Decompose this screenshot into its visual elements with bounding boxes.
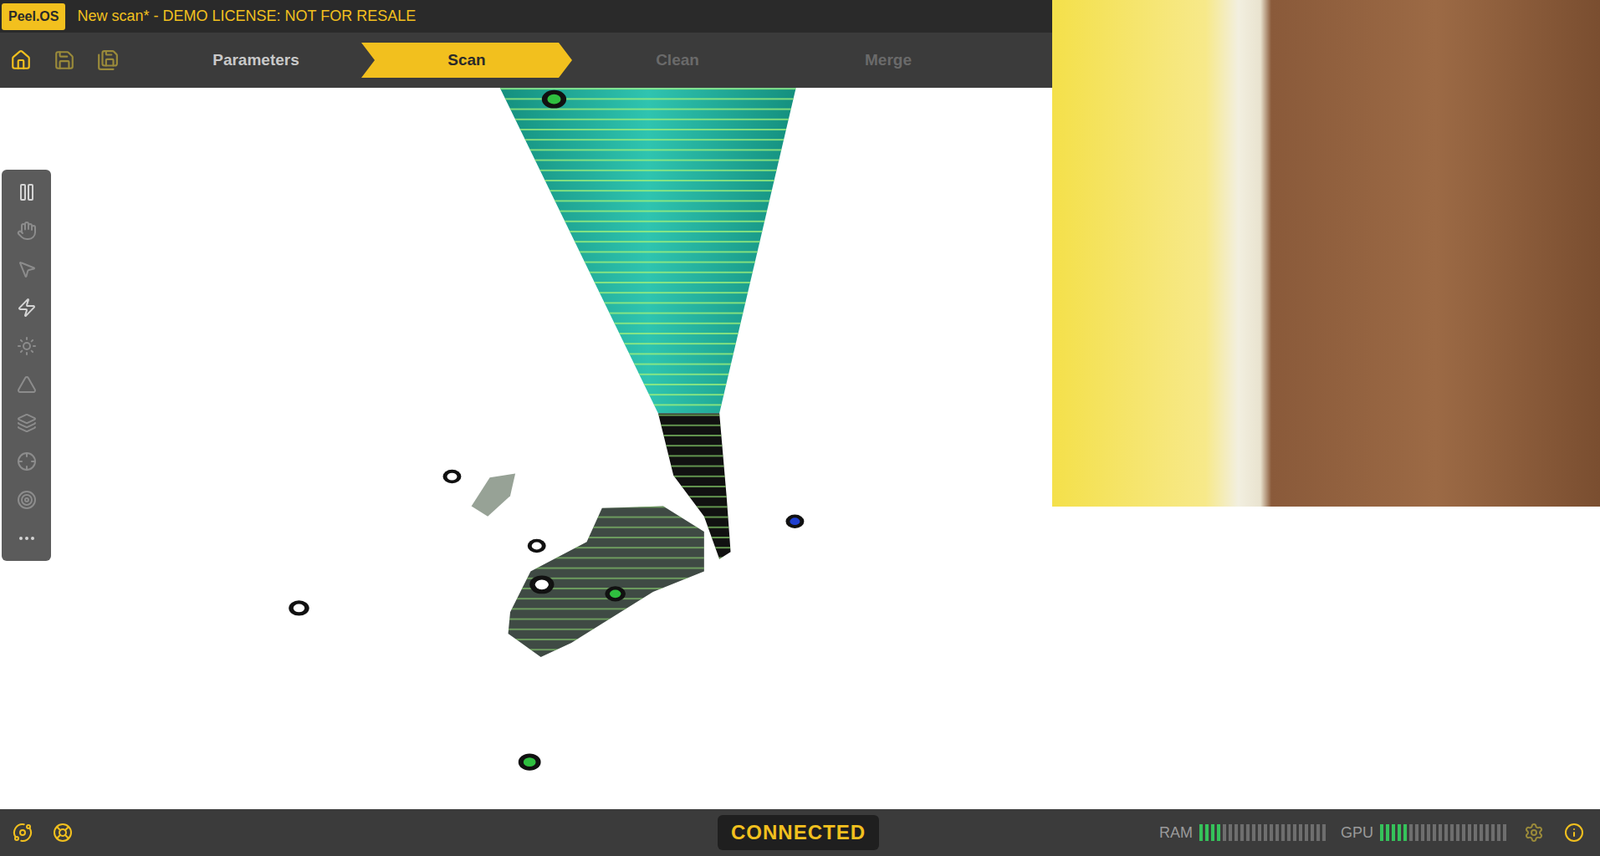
tool-button-icon[interactable] xyxy=(12,372,41,398)
scan-stripes xyxy=(500,87,797,414)
meter-segment xyxy=(1491,824,1495,842)
tool-button-icon[interactable] xyxy=(12,179,41,205)
home-icon[interactable] xyxy=(8,47,34,73)
meter-segment xyxy=(1257,824,1262,842)
meter-segment xyxy=(1380,824,1384,842)
tool-button-icon[interactable] xyxy=(12,449,41,475)
tool-button-icon[interactable] xyxy=(12,526,41,552)
tool-button-icon[interactable] xyxy=(12,218,41,244)
target-marker xyxy=(288,600,309,616)
meter-segment xyxy=(1269,824,1273,842)
status-bar: CONNECTED RAM GPU xyxy=(0,809,1600,856)
meter-segment xyxy=(1281,824,1285,842)
save-icon[interactable] xyxy=(51,47,77,73)
meter-segment xyxy=(1467,824,1472,842)
info-icon[interactable] xyxy=(1561,820,1587,846)
meter-segment xyxy=(1502,824,1507,842)
target-marker xyxy=(529,575,554,594)
meter-segment xyxy=(1485,824,1489,842)
workflow-tab[interactable]: Merge xyxy=(782,42,994,78)
resource-meter: RAM xyxy=(1159,824,1326,843)
scan-surface xyxy=(500,87,797,414)
meter-segment xyxy=(1461,824,1466,842)
meter-segment xyxy=(1316,824,1320,842)
target-marker xyxy=(604,586,625,602)
app-badge: Peel.OS xyxy=(1,3,66,31)
scan-table-stripes xyxy=(508,506,705,658)
save-all-icon[interactable] xyxy=(95,47,121,73)
settings-icon[interactable] xyxy=(1521,820,1547,846)
meter-segment xyxy=(1298,824,1303,842)
workflow-tab[interactable]: Parameters xyxy=(150,42,362,78)
meter-segment xyxy=(1385,824,1390,842)
meter-segment xyxy=(1432,824,1437,842)
webcam-video xyxy=(1052,0,1600,507)
meter-segment xyxy=(1438,824,1442,842)
meter-segment xyxy=(1310,824,1314,842)
resource-meter: GPU xyxy=(1340,824,1507,843)
side-toolbar xyxy=(1,169,52,562)
scan-table-region xyxy=(508,506,705,658)
meter-segment xyxy=(1444,824,1448,842)
peel-os-window: Peel.OS New scan* - DEMO LICENSE: NOT FOR… xyxy=(0,0,1600,856)
meter-segment xyxy=(1287,824,1291,842)
meter-segment xyxy=(1473,824,1478,842)
meter-segment xyxy=(1205,824,1209,842)
meter-segment xyxy=(1234,824,1238,842)
meter-segment xyxy=(1252,824,1256,842)
tool-button-icon[interactable] xyxy=(12,295,41,321)
tool-button-icon[interactable] xyxy=(12,410,41,436)
meter-segment xyxy=(1211,824,1215,842)
meter-segment xyxy=(1275,824,1279,842)
meter-segment xyxy=(1391,824,1396,842)
orbit-icon[interactable] xyxy=(10,820,36,846)
meter-segment xyxy=(1263,824,1268,842)
workflow-tab[interactable]: Scan xyxy=(361,42,573,78)
meter-segment xyxy=(1240,824,1244,842)
meter-segment xyxy=(1222,824,1227,842)
meter-segment xyxy=(1403,824,1407,842)
meter-segment xyxy=(1199,824,1203,842)
tool-button-icon[interactable] xyxy=(12,333,41,359)
meter-segment xyxy=(1228,824,1232,842)
meter-segment xyxy=(1304,824,1309,842)
target-marker xyxy=(518,754,542,772)
meter-segment xyxy=(1497,824,1501,842)
window-title: New scan* - DEMO LICENSE: NOT FOR RESALE xyxy=(76,7,416,26)
connection-status: CONNECTED xyxy=(717,815,880,851)
meter-segment xyxy=(1322,824,1326,842)
meter-segment xyxy=(1409,824,1413,842)
meter-segment xyxy=(1293,824,1297,842)
tool-button-icon[interactable] xyxy=(12,487,41,513)
meter-segment xyxy=(1216,824,1221,842)
meter-segment xyxy=(1450,824,1454,842)
lifebuoy-icon[interactable] xyxy=(50,820,76,846)
tool-button-icon[interactable] xyxy=(12,256,41,282)
target-marker xyxy=(527,539,547,553)
meter-segment xyxy=(1421,824,1425,842)
meter-segment xyxy=(1456,824,1460,842)
target-marker xyxy=(785,514,804,528)
workflow-tab[interactable]: Clean xyxy=(572,42,783,78)
meter-segment xyxy=(1426,824,1431,842)
meter-segment xyxy=(1246,824,1250,842)
meter-segment xyxy=(1415,824,1419,842)
scan-speckle xyxy=(471,473,516,517)
meter-segment xyxy=(1479,824,1483,842)
target-marker xyxy=(541,90,567,109)
target-marker xyxy=(442,470,461,484)
meter-segment xyxy=(1397,824,1401,842)
